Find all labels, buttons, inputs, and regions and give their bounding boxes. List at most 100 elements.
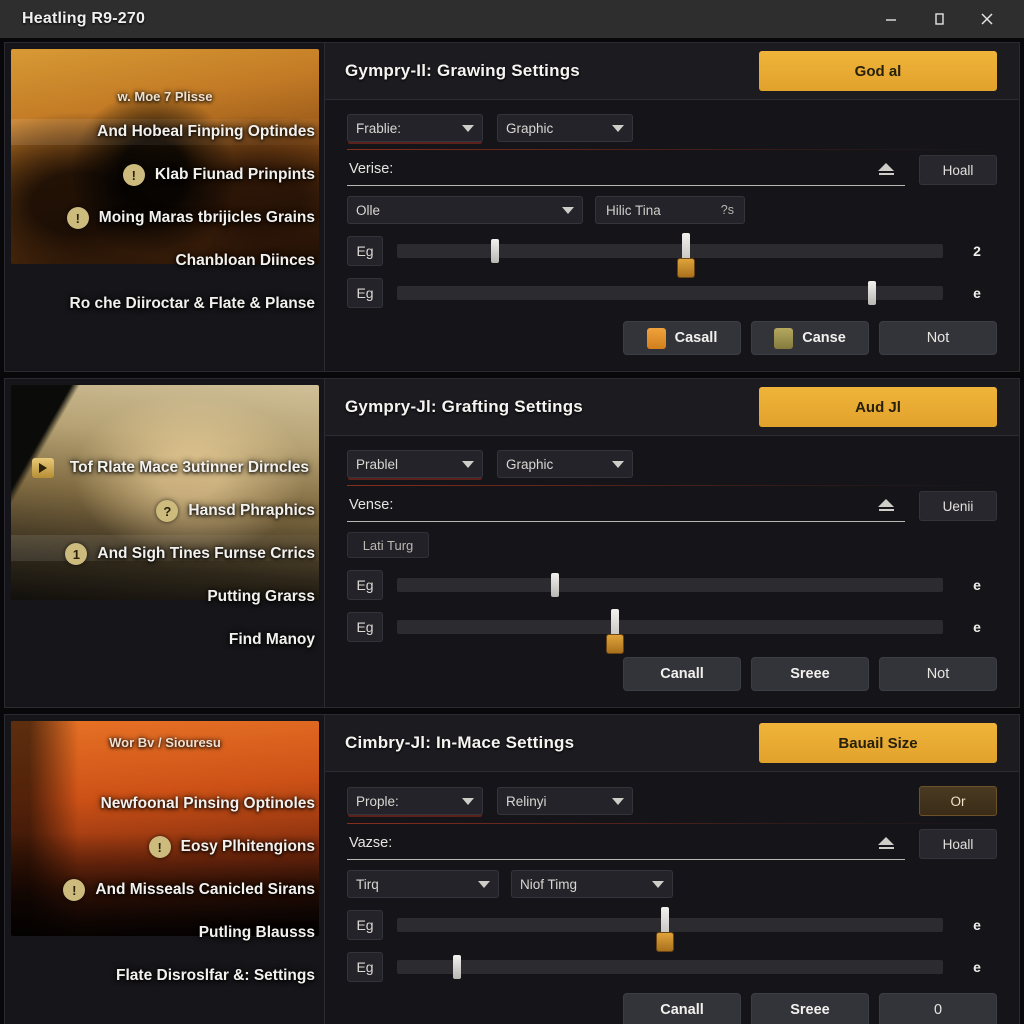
thumbnail-column-2[interactable]: Tof Rlate Mace 3utinner Dirncles ? Hansd… bbox=[5, 379, 325, 707]
save-button[interactable]: Canall bbox=[623, 657, 741, 691]
list-item[interactable]: ? Hansd Phraphics bbox=[15, 500, 315, 522]
dropdown-time-value: Tirq bbox=[356, 876, 379, 892]
dropdown-row: Prablel Graphic bbox=[347, 450, 997, 478]
list-item-label: Hansd Phraphics bbox=[188, 502, 315, 519]
dropdown-option[interactable]: Olle bbox=[347, 196, 583, 224]
dropdown-graphic[interactable]: Relinyi bbox=[497, 787, 633, 815]
chevron-down-icon bbox=[462, 460, 474, 468]
list-item-label: Chanbloan Diinces bbox=[175, 252, 315, 269]
footer-buttons-2: Canall Sreee Not bbox=[347, 657, 997, 697]
dropdown-time[interactable]: Tirq bbox=[347, 870, 499, 898]
slider-track[interactable] bbox=[397, 907, 943, 952]
primary-action-button[interactable]: Bauail Size bbox=[759, 723, 997, 763]
minimize-icon[interactable] bbox=[880, 8, 902, 30]
version-input[interactable]: Vense: bbox=[347, 490, 905, 522]
slider-thumb[interactable] bbox=[551, 573, 560, 597]
category-tag[interactable]: Lati Turg bbox=[347, 532, 429, 558]
thumbnail-column-3[interactable]: Wor Bv / Siouresu Newfoonal Pinsing Opti… bbox=[5, 715, 325, 1024]
slider-row: Eg e bbox=[347, 278, 997, 308]
save-button[interactable]: Canall bbox=[623, 993, 741, 1024]
slider-track[interactable] bbox=[397, 573, 943, 597]
dropdown-mode-value: Prople: bbox=[356, 793, 399, 809]
page-title: Gympry-Jl: Grafting Settings bbox=[345, 397, 583, 416]
maximize-icon[interactable] bbox=[928, 8, 950, 30]
dropdown-mode[interactable]: Prople: bbox=[347, 787, 483, 815]
slider-tag: Eg bbox=[347, 910, 383, 940]
divider-red bbox=[347, 149, 997, 150]
settings-panel-1: w. Moe 7 Plisse And Hobeal Finping Optin… bbox=[4, 42, 1020, 372]
eject-icon[interactable] bbox=[877, 161, 895, 177]
slider-thumb-secondary[interactable] bbox=[491, 239, 500, 263]
window-controls bbox=[880, 8, 1016, 30]
slider-track[interactable] bbox=[397, 609, 943, 654]
secondary-control-row: Lati Turg bbox=[347, 532, 997, 558]
version-input-label: Verise: bbox=[349, 160, 394, 177]
version-input[interactable]: Vazse: bbox=[347, 828, 905, 860]
dropdown-mode[interactable]: Prablel bbox=[347, 450, 483, 478]
slider-track[interactable] bbox=[397, 955, 943, 979]
page-title: Cimbry-Jl: In-Mace Settings bbox=[345, 733, 575, 752]
not-button[interactable]: Not bbox=[879, 321, 997, 355]
chevron-down-icon bbox=[612, 124, 624, 132]
time-pill[interactable]: Hilic Tina ?s bbox=[595, 196, 745, 224]
list-item[interactable]: Tof Rlate Mace 3utinner Dirncles bbox=[15, 457, 315, 479]
list-item-label: Putling Blausss bbox=[198, 924, 315, 941]
dropdown-graphic-value: Graphic bbox=[506, 456, 554, 472]
version-input-label: Vazse: bbox=[349, 834, 393, 851]
eject-icon[interactable] bbox=[877, 835, 895, 851]
slider-track[interactable] bbox=[397, 281, 943, 305]
cancel-button[interactable]: Sreee bbox=[751, 993, 869, 1024]
chevron-down-icon bbox=[652, 880, 664, 888]
not-button[interactable]: Not bbox=[879, 657, 997, 691]
slider-track[interactable] bbox=[397, 233, 943, 278]
eject-icon[interactable] bbox=[877, 497, 895, 513]
list-item[interactable]: Chanbloan Diinces bbox=[15, 250, 315, 272]
chevron-down-icon bbox=[478, 880, 490, 888]
list-item[interactable]: Putting Grarss bbox=[15, 586, 315, 608]
list-item[interactable]: ! And Misseals Canicled Sirans bbox=[15, 879, 315, 901]
list-item[interactable]: Find Manoy bbox=[15, 629, 315, 651]
field-side-button[interactable]: Hoall bbox=[919, 155, 997, 185]
slider-thumb[interactable] bbox=[453, 955, 462, 979]
cancel-button[interactable]: Canse bbox=[751, 321, 869, 355]
slider-marker-badge bbox=[606, 634, 625, 654]
list-item[interactable]: And Hobeal Finping Optindes bbox=[15, 121, 315, 143]
play-icon[interactable] bbox=[31, 458, 54, 478]
dropdown-graphic[interactable]: Graphic bbox=[497, 450, 633, 478]
zero-button[interactable]: 0 bbox=[879, 993, 997, 1024]
list-item[interactable]: Putling Blausss bbox=[15, 922, 315, 944]
dropdown-niof-time[interactable]: Niof Timg bbox=[511, 870, 673, 898]
close-icon[interactable] bbox=[976, 8, 998, 30]
slider-value: e bbox=[973, 959, 981, 975]
save-button[interactable]: Casall bbox=[623, 321, 741, 355]
list-item[interactable]: 1 And Sigh Tines Furnse Crrics bbox=[15, 543, 315, 565]
dropdown-mode[interactable]: Frablie: bbox=[347, 114, 483, 142]
list-item[interactable]: Newfoonal Pinsing Optinoles bbox=[15, 793, 315, 815]
settings-column-1: Gympry-Il: Grawing Settings God al Frabl… bbox=[325, 43, 1019, 371]
dropdown-mode-value: Frablie: bbox=[356, 120, 402, 136]
list-item[interactable]: Ro che Diiroctar & Flate & Planse bbox=[15, 293, 316, 315]
top-side-button[interactable]: Or bbox=[919, 786, 997, 816]
slider-thumb[interactable] bbox=[868, 281, 877, 305]
dropdown-graphic-value: Relinyi bbox=[506, 793, 547, 809]
list-item[interactable]: ! Klab Fiunad Prinpints bbox=[15, 164, 315, 186]
version-input[interactable]: Verise: bbox=[347, 154, 905, 186]
text-field-row: Vense: Uenii bbox=[347, 490, 997, 522]
list-item[interactable]: ! Eosy Plhitengions bbox=[15, 836, 315, 858]
list-item[interactable]: ! Moing Maras tbrijicles Grains bbox=[15, 207, 315, 229]
list-item-label: Moing Maras tbrijicles Grains bbox=[98, 209, 315, 226]
count-badge: 1 bbox=[65, 543, 88, 565]
thumbnail-column-1[interactable]: w. Moe 7 Plisse And Hobeal Finping Optin… bbox=[5, 43, 325, 371]
field-side-button[interactable]: Uenii bbox=[919, 491, 997, 521]
alert-badge-icon: ! bbox=[63, 879, 86, 901]
slider-row: Eg e bbox=[347, 907, 997, 952]
cancel-button[interactable]: Sreee bbox=[751, 657, 869, 691]
slider-tag: Eg bbox=[347, 952, 383, 982]
primary-action-button[interactable]: Aud Jl bbox=[759, 387, 997, 427]
field-side-button[interactable]: Hoall bbox=[919, 829, 997, 859]
primary-action-button[interactable]: God al bbox=[759, 51, 997, 91]
list-item[interactable]: Flate Disroslfar &: Settings bbox=[15, 965, 315, 987]
settings-header-1: Gympry-Il: Grawing Settings God al bbox=[325, 43, 1019, 100]
version-input-label: Vense: bbox=[349, 496, 394, 513]
dropdown-graphic[interactable]: Graphic bbox=[497, 114, 633, 142]
